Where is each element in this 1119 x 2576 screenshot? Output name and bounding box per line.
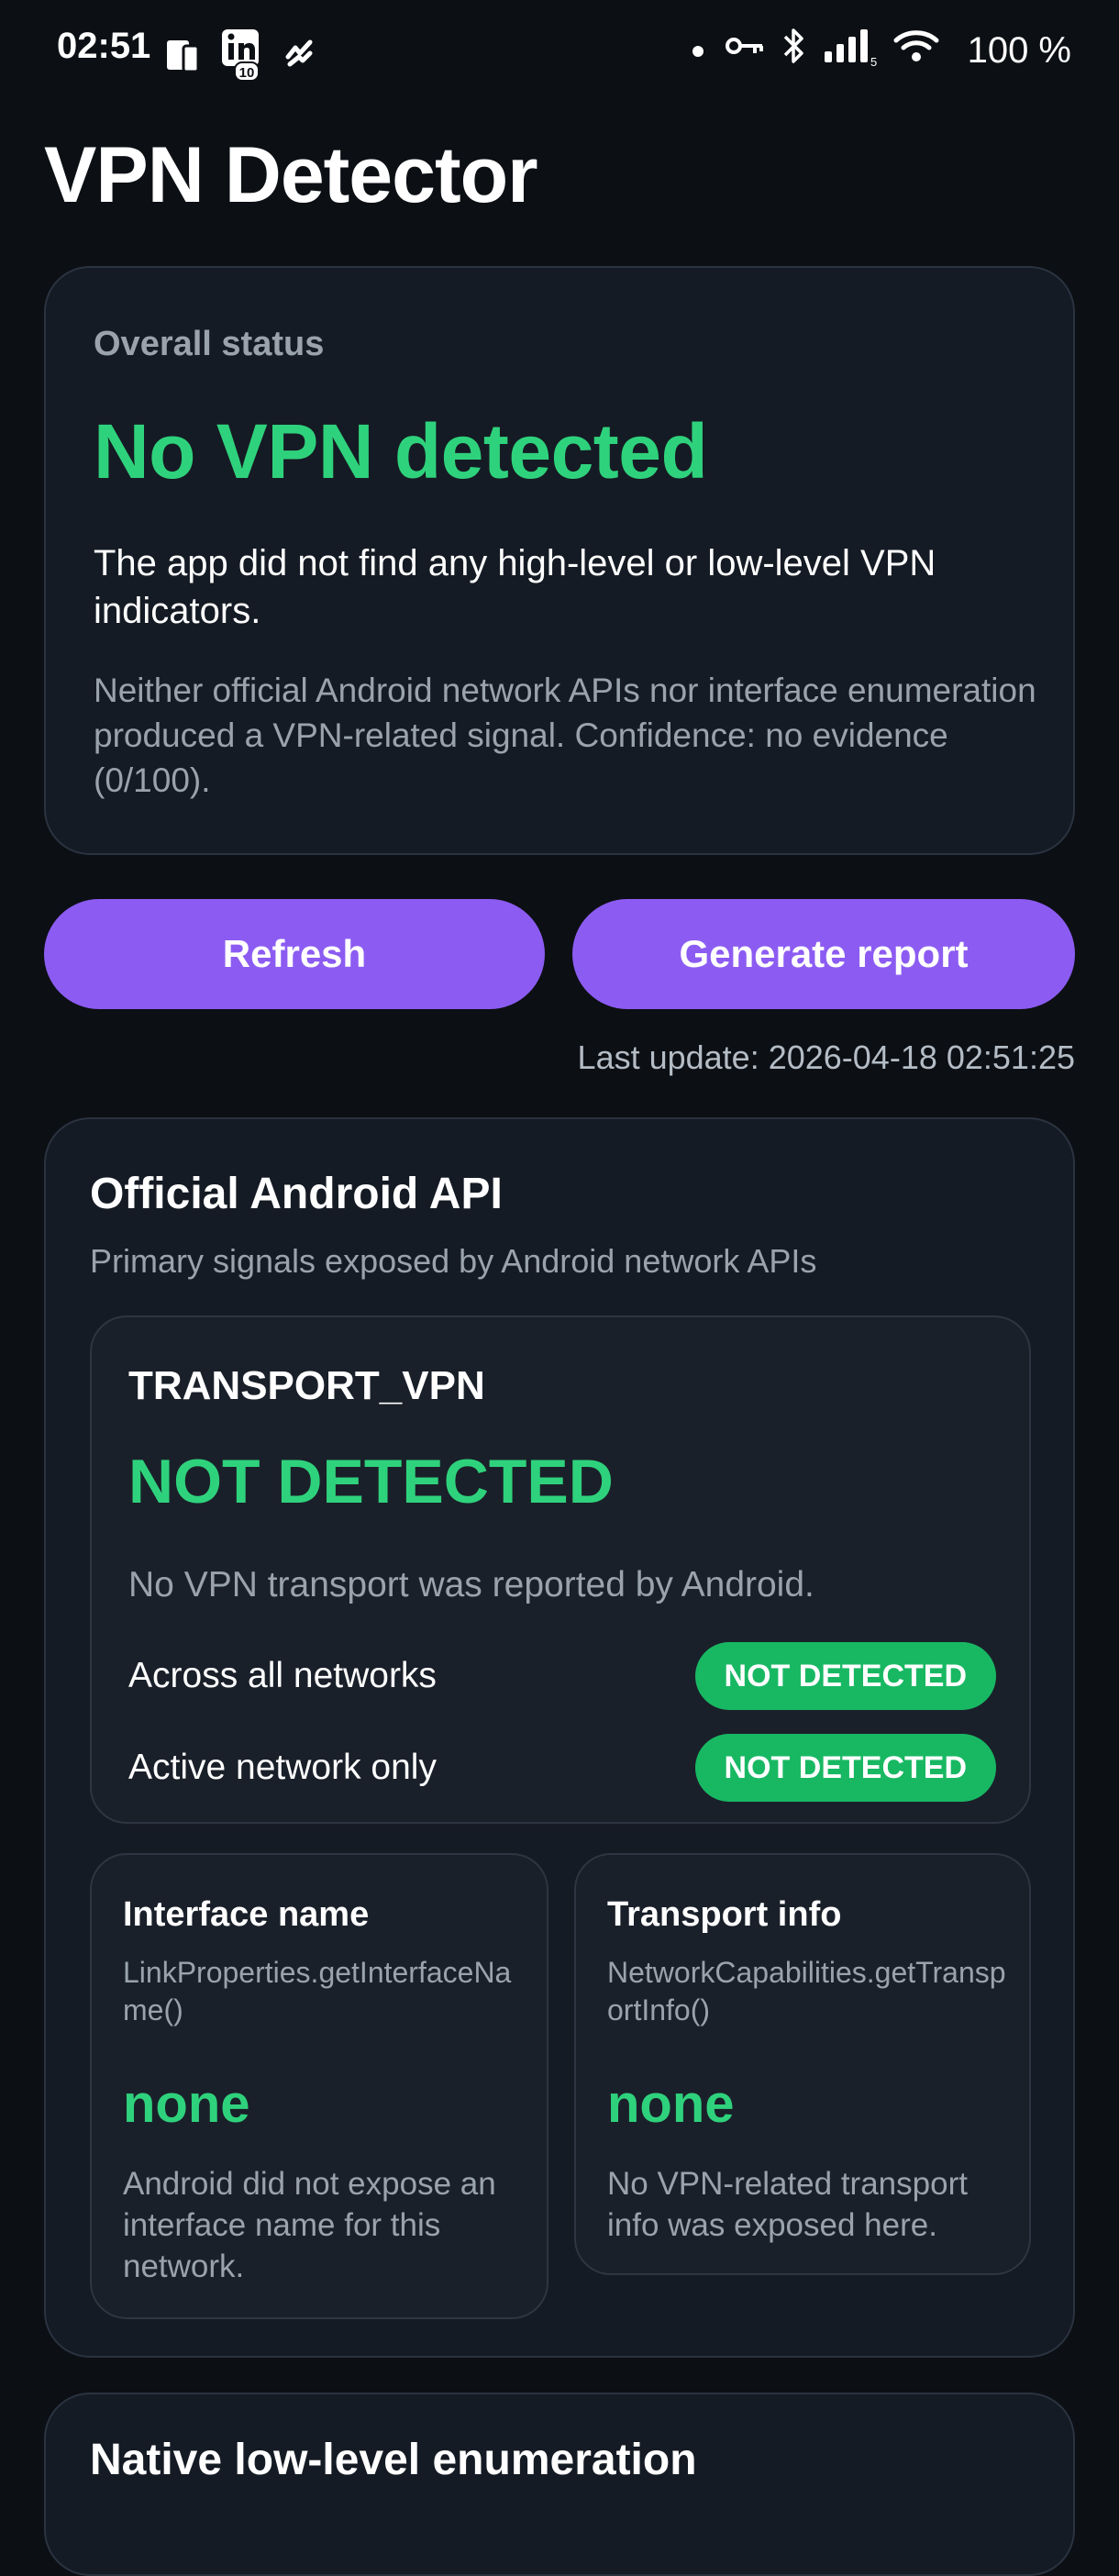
transport-info-description: No VPN-related transport info was expose… [607,2166,968,2243]
battery-level: 100 % [967,29,1071,71]
overall-status-detail: Neither official Android network APIs no… [94,672,1036,799]
vpn-key-icon [724,28,766,73]
transport-info-card: Transport info NetworkCapabilities.getTr… [574,1853,1031,2275]
interface-name-api: LinkProperties.getInterfaceName() [123,1956,512,2026]
official-api-card: Official Android API Primary signals exp… [44,1117,1075,2358]
cellular-signal-icon: 5 [823,26,878,75]
svg-text:5: 5 [870,55,877,66]
wifi-icon [892,26,940,75]
overall-status-headline: No VPN detected [94,408,708,494]
linkedin-notification-icon: 10 [220,28,264,87]
transport-vpn-description: No VPN transport was reported by Android… [128,1565,814,1604]
generate-report-button[interactable]: Generate report [572,899,1075,1009]
transport-row-active-network: Active network only NOT DETECTED [128,1734,996,1802]
dot-icon [687,30,709,72]
screen-cast-icon [163,35,204,80]
overall-status-description: The app did not find any high-level or l… [94,543,936,631]
interface-name-title: Interface name [123,1895,370,1934]
transport-vpn-title: TRANSPORT_VPN [128,1363,485,1408]
last-update-timestamp: Last update: 2026-04-18 02:51:25 [577,1038,1075,1076]
status-badge: NOT DETECTED [694,1734,996,1802]
overall-status-label: Overall status [94,325,325,363]
transport-info-api: NetworkCapabilities.getTransportInfo() [607,1956,1006,2026]
svg-text:10: 10 [239,65,255,81]
overall-status-card: Overall status No VPN detected The app d… [44,266,1075,855]
app-title: VPN Detector [44,131,538,219]
status-badge: NOT DETECTED [694,1642,996,1710]
transport-info-value: none [607,2074,735,2134]
status-bar: 02:51 10 5 100 % [0,0,1119,101]
native-enumeration-title: Native low-level enumeration [90,2436,697,2484]
app-notification-icon [281,37,317,78]
row-label: Active network only [128,1748,437,1787]
interface-name-description: Android did not expose an interface name… [123,2166,496,2284]
interface-name-card: Interface name LinkProperties.getInterfa… [90,1853,548,2319]
bluetooth-icon [781,26,808,75]
transport-vpn-card: TRANSPORT_VPN NOT DETECTED No VPN transp… [90,1316,1031,1824]
transport-vpn-status: NOT DETECTED [128,1447,614,1516]
refresh-button[interactable]: Refresh [44,899,545,1009]
status-time: 02:51 [57,26,151,66]
transport-row-all-networks: Across all networks NOT DETECTED [128,1642,996,1710]
official-api-title: Official Android API [90,1170,503,1218]
row-label: Across all networks [128,1656,437,1695]
system-status-icons: 5 100 % [687,26,1071,75]
interface-name-value: none [123,2074,250,2134]
transport-info-title: Transport info [607,1895,842,1934]
native-enumeration-card: Native low-level enumeration [44,2393,1075,2576]
official-api-subtitle: Primary signals exposed by Android netwo… [90,1242,817,1280]
notification-icons: 10 [163,28,317,87]
